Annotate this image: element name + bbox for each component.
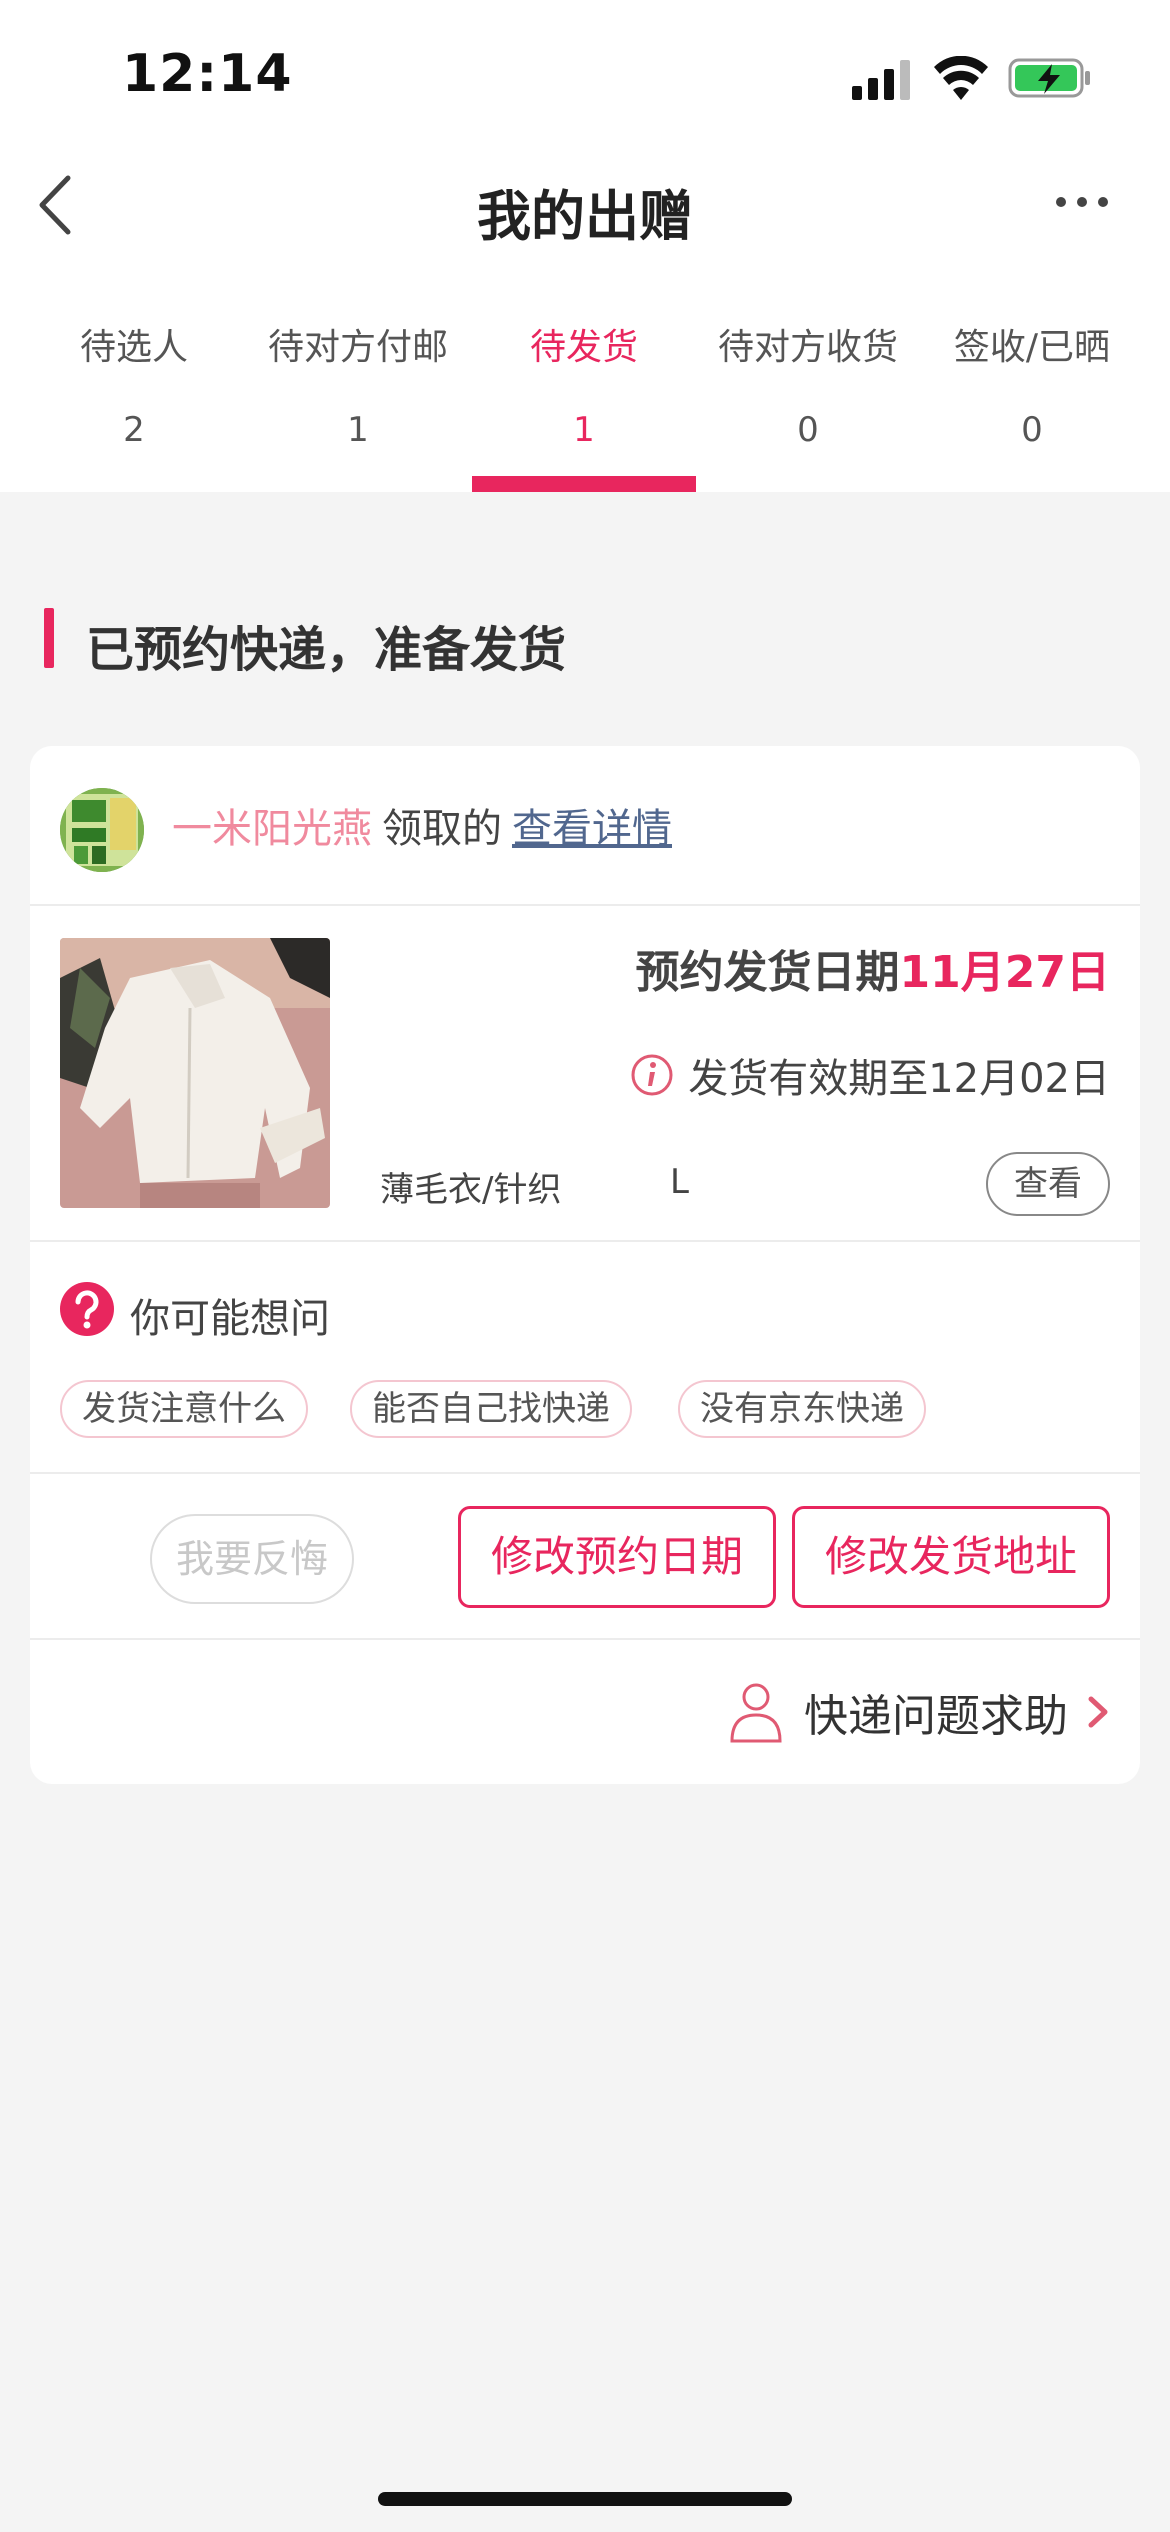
scheduled-ship-date: 预约发货日期11月27日 bbox=[636, 936, 1110, 1000]
battery-charging-icon bbox=[1008, 58, 1090, 98]
view-details-link[interactable]: 查看详情 bbox=[512, 806, 672, 852]
shipment-card: 一米阳光燕 领取的 查看详情 预约发货日期11月27日 发货有效期至12月02日… bbox=[30, 746, 1140, 1784]
faq-chip[interactable]: 没有京东快递 bbox=[678, 1380, 926, 1438]
avatar[interactable] bbox=[60, 788, 144, 872]
faq-title: 你可能想问 bbox=[130, 1296, 330, 1342]
recipient-row: 一米阳光燕 领取的 查看详情 bbox=[30, 746, 1140, 906]
more-options-icon[interactable] bbox=[1056, 192, 1108, 212]
action-row: 我要反悔 修改预约日期 修改发货地址 bbox=[30, 1474, 1140, 1640]
person-icon bbox=[730, 1683, 782, 1743]
page-title: 我的出赠 bbox=[477, 185, 693, 248]
change-date-button[interactable]: 修改预约日期 bbox=[458, 1506, 776, 1608]
valid-until-text: 发货有效期至12月02日 bbox=[688, 1056, 1110, 1102]
tab-count: 1 bbox=[573, 410, 595, 450]
tab-label: 待选人 bbox=[79, 327, 188, 368]
status-tabs: 待选人 2 待对方付邮 1 待发货 1 待对方收货 0 签收/已晒 0 bbox=[0, 318, 1170, 492]
item-category: 薄毛衣/针织 bbox=[380, 1170, 562, 1210]
recipient-text: 一米阳光燕 领取的 查看详情 bbox=[172, 796, 672, 854]
view-button[interactable]: 查看 bbox=[986, 1152, 1110, 1216]
tab-count: 0 bbox=[1021, 410, 1043, 450]
item-row: 预约发货日期11月27日 发货有效期至12月02日 薄毛衣/针织 L 查看 bbox=[30, 906, 1140, 1242]
question-icon bbox=[60, 1282, 114, 1336]
faq-chip[interactable]: 发货注意什么 bbox=[60, 1380, 308, 1438]
change-address-button[interactable]: 修改发货地址 bbox=[792, 1506, 1110, 1608]
help-row: 快递问题求助 bbox=[30, 1640, 1140, 1784]
tab-signed-shared[interactable]: 签收/已晒 0 bbox=[920, 318, 1144, 450]
tab-count: 2 bbox=[123, 410, 145, 450]
tab-label: 待对方付邮 bbox=[267, 327, 448, 368]
section-title: 已预约快递，准备发货 bbox=[86, 622, 567, 678]
ship-date-label: 预约发货日期 bbox=[635, 947, 900, 998]
help-text: 快递问题求助 bbox=[804, 1691, 1068, 1742]
tab-count: 0 bbox=[797, 410, 819, 450]
info-icon bbox=[631, 1054, 673, 1096]
home-indicator[interactable] bbox=[378, 2492, 792, 2506]
tab-count: 1 bbox=[347, 410, 369, 450]
nav-bar: 我的出赠 bbox=[0, 150, 1170, 262]
courier-help-link[interactable]: 快递问题求助 bbox=[728, 1680, 1110, 1744]
ship-validity: 发货有效期至12月02日 bbox=[630, 1046, 1110, 1104]
tab-pending-selection[interactable]: 待选人 2 bbox=[22, 318, 246, 450]
tab-label: 签收/已晒 bbox=[953, 327, 1111, 368]
active-tab-indicator bbox=[472, 476, 696, 492]
section-accent-bar bbox=[44, 608, 54, 668]
claimed-label: 领取的 bbox=[382, 806, 502, 852]
regret-button[interactable]: 我要反悔 bbox=[150, 1514, 354, 1604]
chevron-right-icon bbox=[1088, 1696, 1108, 1728]
status-bar: 12:14 bbox=[0, 0, 1170, 150]
status-time: 12:14 bbox=[122, 44, 293, 104]
item-photo[interactable] bbox=[60, 938, 330, 1208]
tab-pending-shipment[interactable]: 待发货 1 bbox=[472, 318, 696, 450]
tab-pending-postage[interactable]: 待对方付邮 1 bbox=[246, 318, 470, 450]
recipient-username[interactable]: 一米阳光燕 bbox=[172, 806, 372, 852]
tab-pending-receipt[interactable]: 待对方收货 0 bbox=[696, 318, 920, 450]
wifi-icon bbox=[934, 56, 988, 100]
item-size: L bbox=[670, 1162, 689, 1202]
faq-chip[interactable]: 能否自己找快递 bbox=[350, 1380, 632, 1438]
ship-date-value: 11月27日 bbox=[899, 947, 1110, 998]
tab-label: 待发货 bbox=[529, 327, 638, 368]
faq-row: 你可能想问 发货注意什么 能否自己找快递 没有京东快递 bbox=[30, 1242, 1140, 1474]
cellular-signal-icon bbox=[852, 60, 910, 100]
tab-label: 待对方收货 bbox=[717, 327, 898, 368]
